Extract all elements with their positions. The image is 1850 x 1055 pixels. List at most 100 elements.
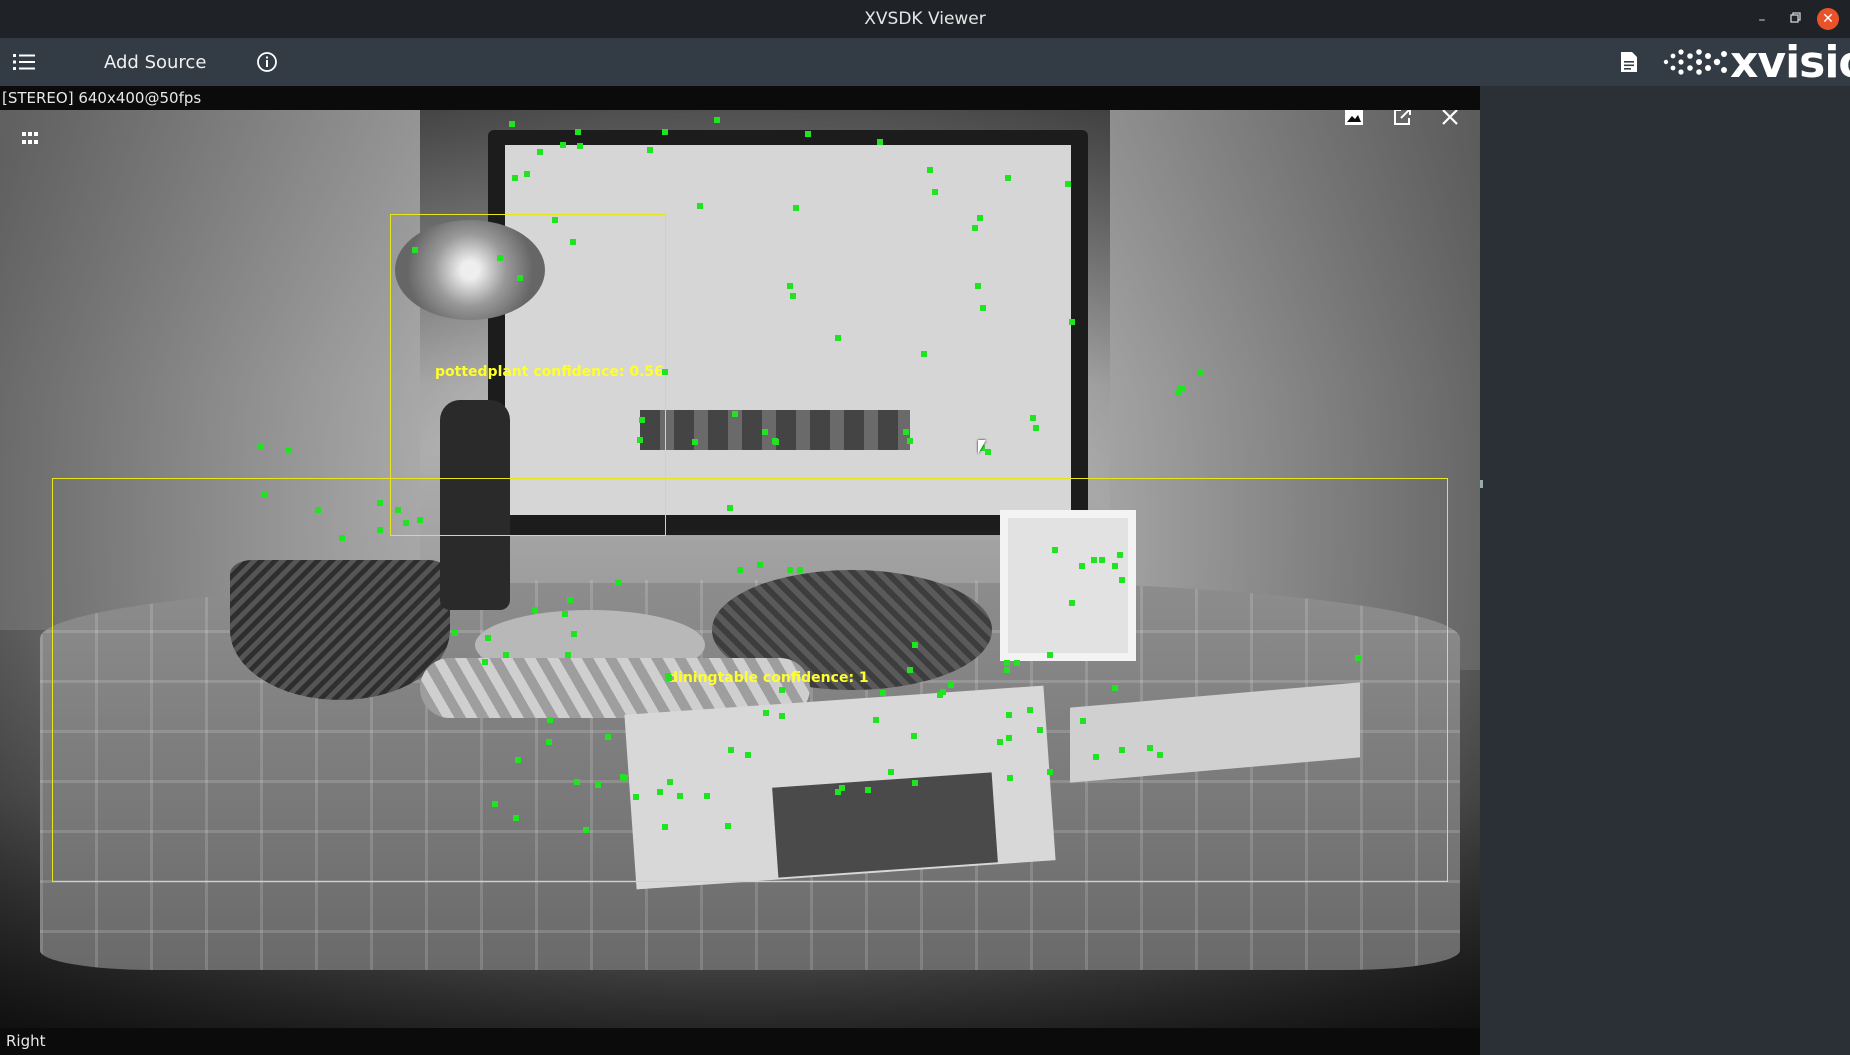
feature-point [1014,660,1020,666]
feature-point [1079,563,1085,569]
feature-point [532,607,538,613]
feature-point [704,793,710,799]
camera-viewer: [STEREO] 640x400@50fps pottedplant confi… [0,86,1480,1055]
feature-point [515,757,521,763]
feature-point [258,444,264,450]
feature-point [546,739,552,745]
feature-point [547,717,553,723]
menu-button[interactable] [13,38,37,86]
feature-point [552,217,558,223]
feature-point [1007,775,1013,781]
document-icon [1621,52,1637,72]
snapshot-button[interactable] [1341,110,1367,130]
document-button[interactable] [1620,38,1638,86]
feature-point [1179,385,1185,391]
info-icon [257,52,277,72]
feature-point [728,747,734,753]
feature-point [503,652,509,658]
feature-point [492,801,498,807]
feature-point [262,492,268,498]
feature-point [667,779,673,785]
feature-point [639,417,645,423]
feature-point [865,787,871,793]
feature-point [1004,660,1010,666]
feature-point [787,283,793,289]
info-button[interactable] [256,38,278,86]
feature-point [912,642,918,648]
feature-point [662,369,668,375]
feature-point [980,305,986,311]
feature-point [285,447,291,453]
feature-point [839,785,845,791]
feature-point [873,717,879,723]
feature-point [762,429,768,435]
feature-point [567,597,573,603]
feature-point [647,147,653,153]
feature-point [605,734,611,740]
feature-point [565,652,571,658]
minimize-button[interactable]: – [1751,9,1773,31]
feature-point [677,793,683,799]
feature-point [937,692,943,698]
feature-point [787,567,793,573]
logo-dots-icon [1663,49,1727,75]
grid-icon[interactable] [22,132,38,146]
restore-button[interactable] [1784,9,1806,31]
feature-point [537,149,543,155]
feature-point [512,175,518,181]
feature-point [577,143,583,149]
feature-point [1099,557,1105,563]
feature-point [1006,735,1012,741]
feature-point [912,780,918,786]
close-window-button[interactable]: ✕ [1817,8,1839,30]
feature-point [595,782,601,788]
feature-point [1069,319,1075,325]
feature-point [1005,175,1011,181]
feature-point [1119,577,1125,583]
feature-point [697,203,703,209]
window-titlebar: XVSDK Viewer – ✕ [0,0,1850,38]
panel-splitter-handle[interactable] [1480,480,1483,488]
feature-point [377,500,383,506]
feature-point [907,438,913,444]
feature-point [977,215,983,221]
feature-point [727,505,733,511]
list-icon [13,54,35,70]
feature-point [574,779,580,785]
feature-point [1080,718,1086,724]
feature-point [932,189,938,195]
feature-point [1197,369,1203,375]
close-stream-button[interactable] [1437,110,1463,130]
add-source-button[interactable]: Add Source [104,38,206,86]
feature-point [1047,769,1053,775]
popout-button[interactable] [1389,110,1415,130]
feature-point [773,439,779,445]
feature-point [1030,415,1036,421]
feature-point [763,710,769,716]
feature-point [927,167,933,173]
feature-point [997,739,1003,745]
camera-frame[interactable]: pottedplant confidence: 0.56 diningtable… [0,110,1480,1028]
feature-point [737,567,743,573]
feature-point [745,752,751,758]
feature-point [633,794,639,800]
feature-point [877,139,883,145]
window-title: XVSDK Viewer [864,9,986,29]
feature-point [1065,181,1071,187]
feature-point [485,635,491,641]
feature-point [757,562,763,568]
feature-point [1117,552,1123,558]
feature-point [662,824,668,830]
detection-label-diningtable: diningtable confidence: 1 [668,670,869,686]
feature-point [1006,712,1012,718]
feature-point [732,411,738,417]
feature-point [1052,547,1058,553]
feature-point [377,527,383,533]
feature-point [1112,563,1118,569]
feature-point [921,351,927,357]
stream-info: [STEREO] 640x400@50fps [2,89,202,107]
feature-point [1355,655,1361,661]
feature-point [452,630,458,636]
feature-point [620,774,626,780]
feature-point [948,682,954,688]
